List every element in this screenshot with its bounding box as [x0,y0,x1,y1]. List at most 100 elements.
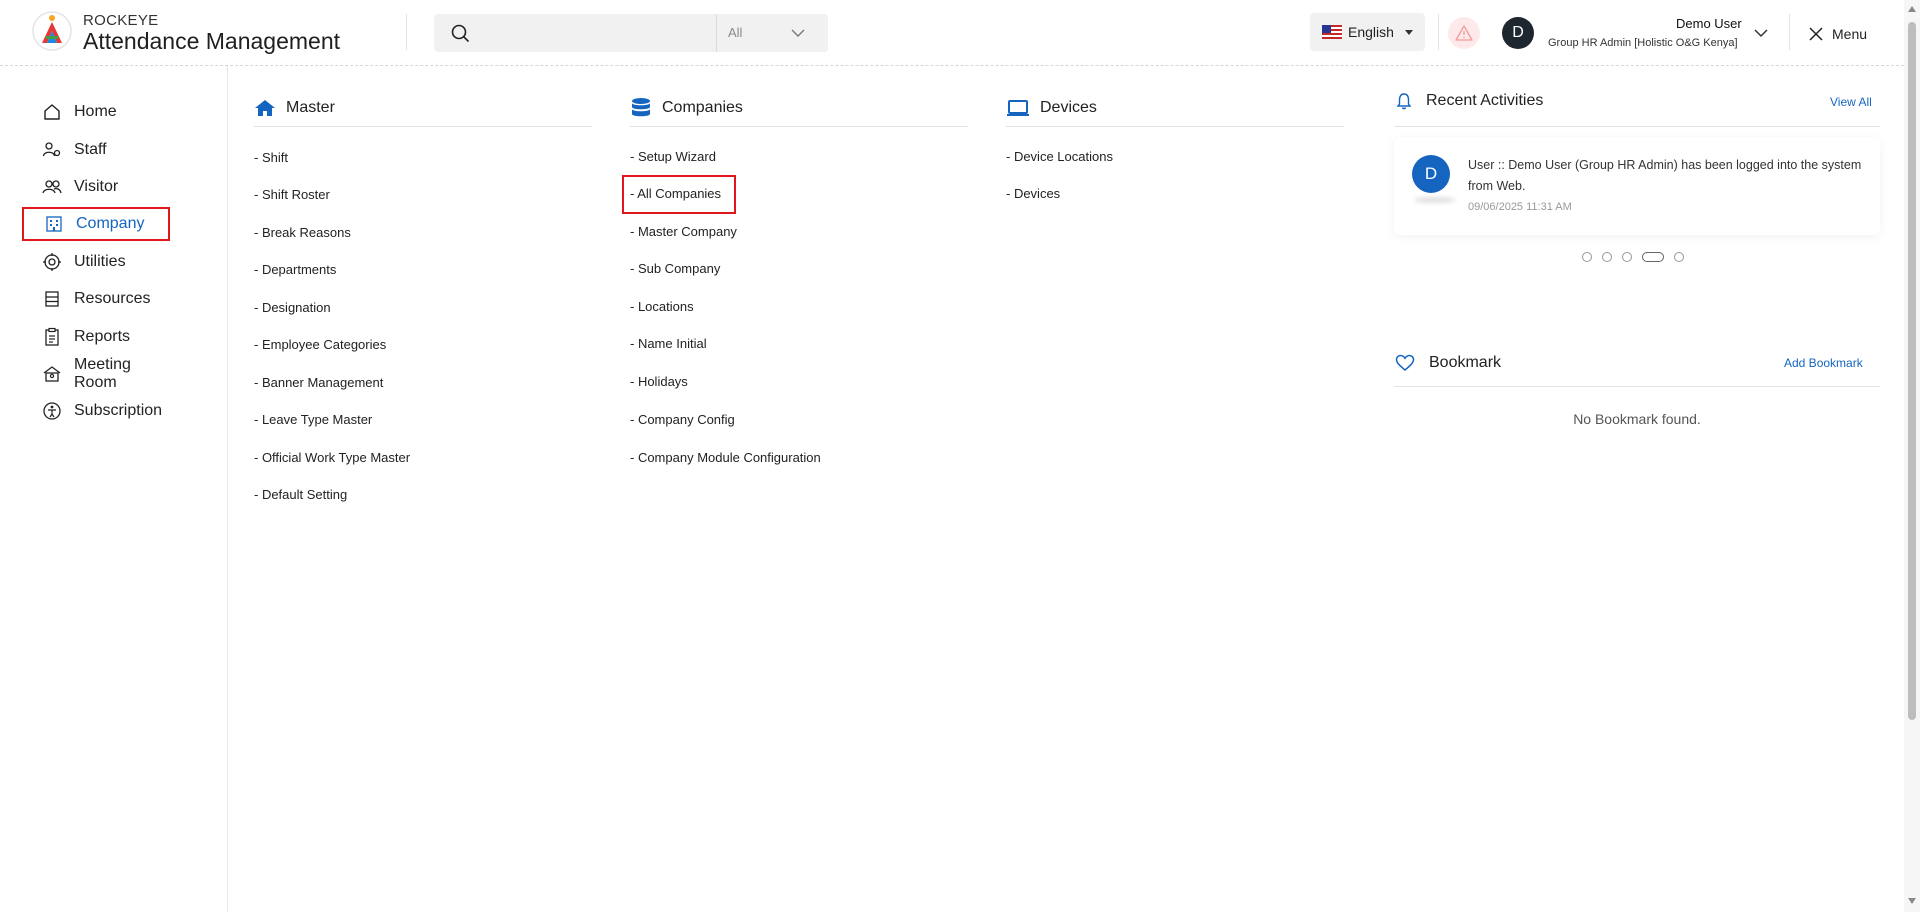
sidebar-item-reports[interactable]: Reports [22,320,170,354]
home-icon [42,102,62,122]
companies-link[interactable]: - Sub Company [630,261,720,276]
sidebar-item-utilities[interactable]: Utilities [22,245,170,279]
master-link[interactable]: - Break Reasons [254,225,351,240]
carousel-dot[interactable] [1582,252,1592,262]
language-label: English [1348,24,1394,40]
sidebar-item-label: Reports [74,328,131,345]
search-icon[interactable] [450,23,470,43]
add-bookmark-link[interactable]: Add Bookmark [1784,356,1863,370]
carousel-dot[interactable] [1674,252,1684,262]
bookmark-title: Bookmark [1429,354,1502,371]
subscription-icon [42,401,62,421]
utilities-icon [42,252,62,272]
heart-icon [1395,354,1415,371]
alert-button[interactable] [1448,17,1480,49]
language-select[interactable]: English [1310,13,1425,51]
us-flag-icon [1322,25,1342,39]
companies-link[interactable]: - Company Module Configuration [630,450,821,465]
devices-link[interactable]: - Device Locations [1006,149,1113,164]
warning-icon [1455,25,1473,41]
scroll-up-icon[interactable] [1908,6,1916,12]
sidebar-item-label: Utilities [74,253,126,270]
rockeye-logo-icon [32,11,72,51]
companies-link[interactable]: - Company Config [630,412,735,427]
sidebar-item-company[interactable]: Company [22,207,170,241]
header-divider [1789,14,1790,50]
activity-avatar: D [1412,155,1450,193]
divider [1394,386,1880,387]
master-link[interactable]: - Shift [254,150,288,165]
user-name[interactable]: Demo User [1676,16,1742,31]
view-all-link[interactable]: View All [1830,95,1872,109]
bookmark-header: Bookmark [1395,354,1501,372]
companies-link[interactable]: - Holidays [630,374,688,389]
scrollbar-thumb[interactable] [1908,22,1916,720]
meeting-room-icon [42,364,62,384]
carousel-dot-active[interactable] [1642,252,1664,262]
search-input[interactable] [482,14,738,52]
carousel-pager [1582,251,1684,263]
master-link[interactable]: - Departments [254,262,336,277]
sidebar-item-home[interactable]: Home [22,95,170,129]
menu-button[interactable]: Menu [1808,22,1867,46]
staff-icon [42,140,62,160]
avatar-shadow [1414,197,1456,203]
master-link[interactable]: - Leave Type Master [254,412,372,427]
sidebar-item-subscription[interactable]: Subscription [22,394,170,428]
sidebar-item-resources[interactable]: Resources [22,282,170,316]
companies-link[interactable]: - Name Initial [630,336,707,351]
companies-link[interactable]: - Master Company [630,224,737,239]
master-header: Master [254,90,335,126]
recent-activities-header: Recent Activities [1396,92,1543,110]
empty-bookmark-message: No Bookmark found. [1573,411,1701,427]
resources-icon [42,289,62,309]
user-role: Group HR Admin [Holistic O&G Kenya] [1548,37,1738,49]
activity-text: User :: Demo User (Group HR Admin) has b… [1468,158,1862,193]
header-divider [406,14,407,50]
database-icon [632,98,650,117]
devices-title: Devices [1040,99,1097,116]
companies-link[interactable]: - Locations [630,299,694,314]
sidebar-item-visitor[interactable]: Visitor [22,170,170,204]
master-link[interactable]: - Banner Management [254,375,383,390]
sidebar-item-staff[interactable]: Staff [22,133,170,167]
app-title: Attendance Management [83,28,341,54]
sidebar-item-label: Subscription [74,402,163,419]
carousel-dot[interactable] [1622,252,1632,262]
laptop-icon [1007,100,1029,116]
sidebar-item-label: Company [76,215,145,232]
master-link[interactable]: - Default Setting [254,487,347,502]
visitor-icon [42,177,62,197]
master-title: Master [286,99,335,116]
companies-header: Companies [630,90,743,126]
master-link[interactable]: - Employee Categories [254,337,386,352]
search-scope-select[interactable]: All [716,14,828,52]
companies-link[interactable]: - Setup Wizard [630,149,716,164]
activity-card: D User :: Demo User (Group HR Admin) has… [1394,137,1880,235]
master-link[interactable]: - Designation [254,300,331,315]
highlight-box [622,175,736,214]
top-header: ROCKEYE Attendance Management All Englis… [0,0,1904,66]
page-scrollbar[interactable] [1904,0,1920,912]
chevron-down-icon[interactable] [1752,24,1770,42]
activity-time: 09/06/2025 11:31 AM [1468,201,1572,213]
close-icon [1809,27,1823,41]
bell-icon [1396,93,1412,110]
sidebar-item-label: Home [74,103,117,120]
devices-link[interactable]: - Devices [1006,186,1060,201]
user-avatar[interactable]: D [1502,17,1534,49]
sidebar-item-label: Staff [74,141,107,158]
scroll-down-icon[interactable] [1908,898,1916,904]
carousel-dot[interactable] [1602,252,1612,262]
sidebar: Home Staff Visitor Company Utilities Res… [0,66,228,912]
master-link[interactable]: - Official Work Type Master [254,450,410,465]
sidebar-item-label: Resources [74,290,151,307]
divider [1394,126,1880,127]
home-filled-icon [255,100,275,116]
divider [254,126,592,127]
master-link[interactable]: - Shift Roster [254,187,330,202]
brand-name-small: ROCKEYE [83,12,159,29]
reports-icon [42,327,62,347]
sidebar-item-meeting-room[interactable]: Meeting Room [22,356,170,391]
caret-down-icon [1405,30,1413,35]
